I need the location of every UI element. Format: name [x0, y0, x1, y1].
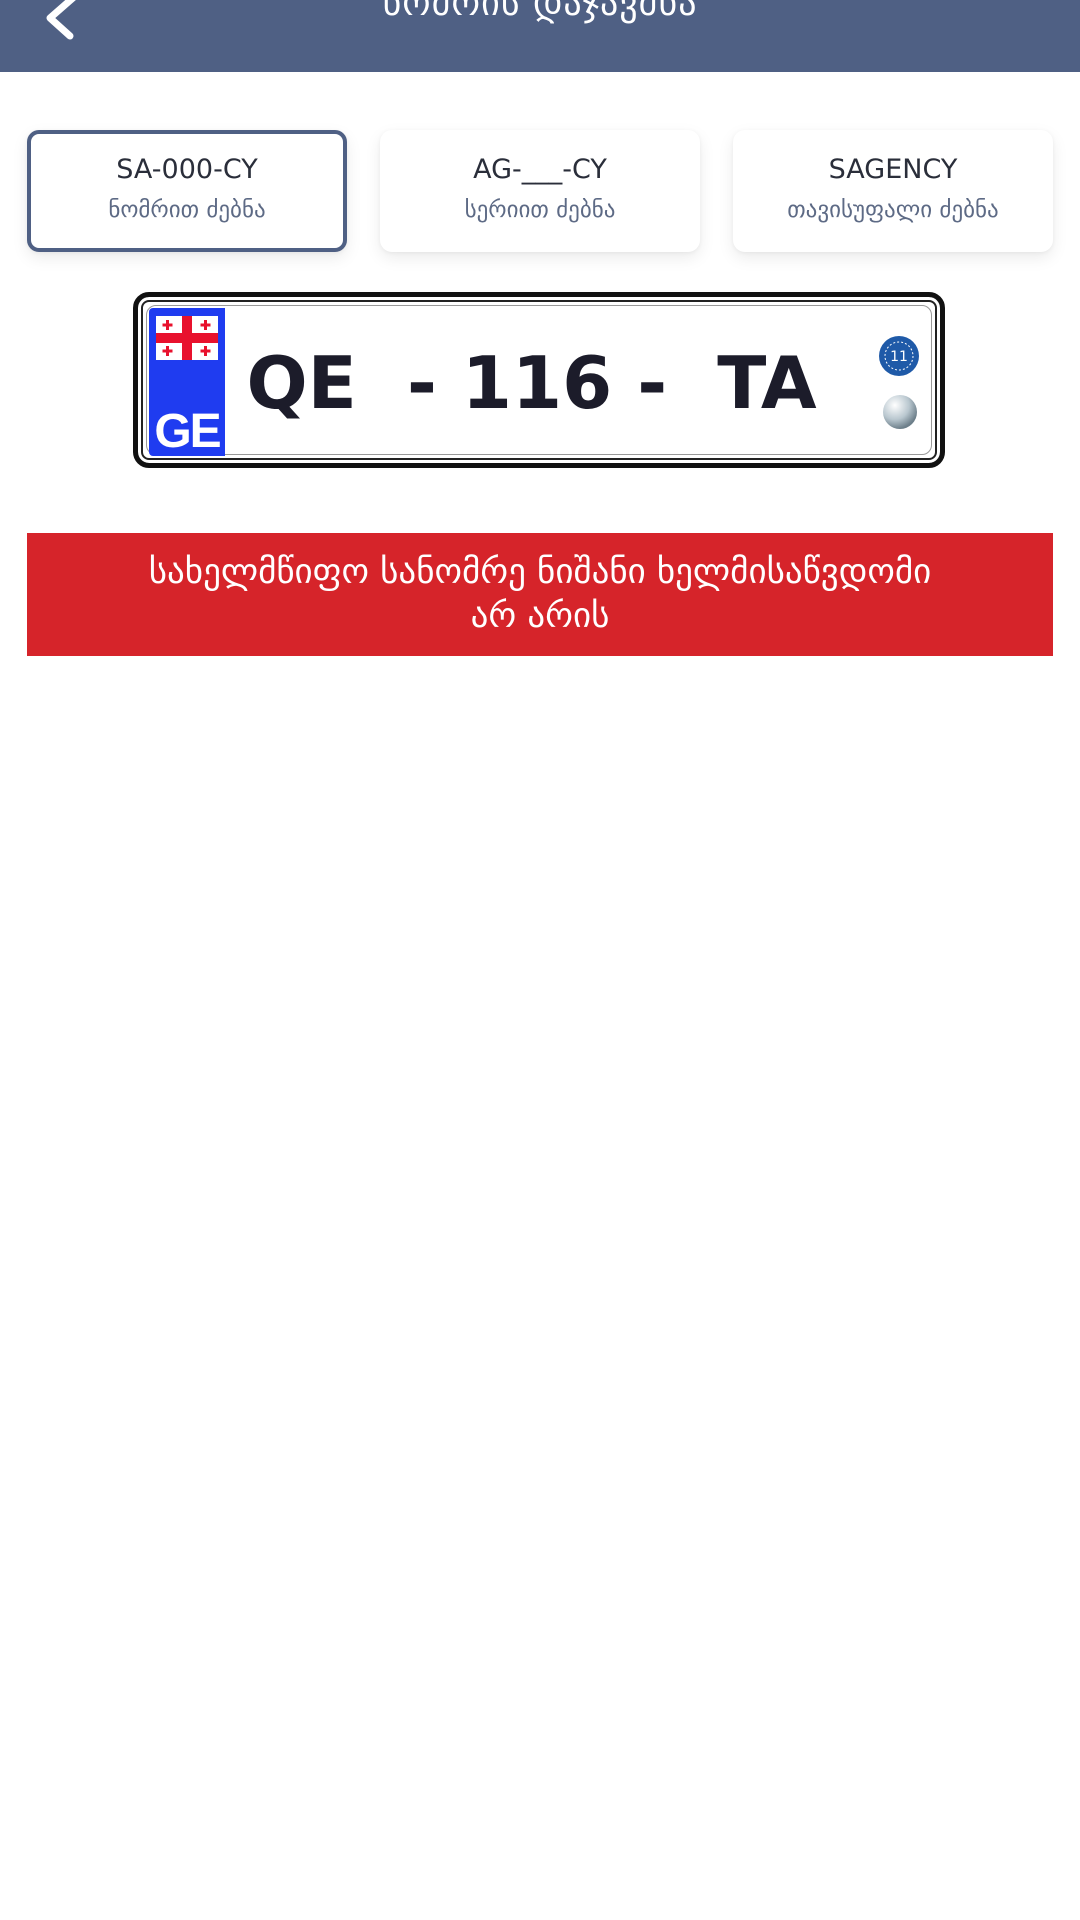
sticker-number: 11 [890, 349, 908, 365]
search-mode-tabs: SA-000-CY ნომრით ძებნა AG-___-CY სერიით … [27, 130, 1053, 252]
hologram-dot-icon [883, 395, 917, 429]
tab-series-search[interactable]: AG-___-CY სერიით ძებნა [380, 130, 700, 252]
alert-line-1: სახელმწიფო სანომრე ნიშანი ხელმისაწვდომი [148, 552, 932, 592]
tab-title: SAGENCY [828, 154, 958, 185]
availability-alert: სახელმწიფო სანომრე ნიშანი ხელმისაწვდომი … [27, 533, 1053, 656]
tab-title: AG-___-CY [473, 154, 607, 185]
tab-free-search[interactable]: SAGENCY თავისუფალი ძებნა [733, 130, 1053, 252]
tab-title: SA-000-CY [116, 154, 258, 185]
plate-number: QE - 116 - TA [246, 341, 817, 425]
alert-line-2: არ არის [470, 596, 610, 636]
georgia-flag-icon [156, 316, 218, 360]
country-band: GE [149, 308, 225, 458]
country-code: GE [154, 405, 221, 458]
tab-subtitle: ნომრით ძებნა [108, 197, 266, 223]
tab-subtitle: სერიით ძებნა [464, 197, 616, 223]
inspection-sticker-icon: 11 [879, 336, 919, 376]
license-plate-preview: GE QE - 116 - TA 11 [133, 292, 945, 468]
tab-number-search[interactable]: SA-000-CY ნომრით ძებნა [27, 130, 347, 252]
app-header: ნომრის დაჯავშნა [0, 0, 1080, 72]
tab-subtitle: თავისუფალი ძებნა [787, 197, 999, 223]
page-title: ნომრის დაჯავშნა [382, 0, 698, 24]
